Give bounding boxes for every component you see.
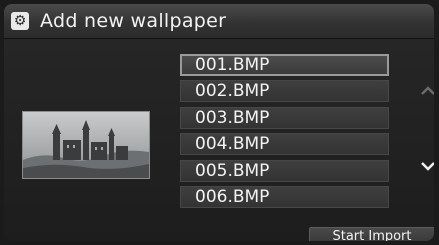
file-list-item[interactable]: 006.BMP (180, 185, 389, 208)
file-list-item[interactable]: 001.BMP (180, 54, 389, 76)
page-title: Add new wallpaper (40, 10, 227, 32)
file-list: 001.BMP 002.BMP 003.BMP 004.BMP 005.BMP … (180, 54, 389, 212)
file-list-item[interactable]: 002.BMP (180, 80, 389, 103)
start-import-button[interactable]: Start Import (309, 227, 434, 241)
chevron-down-icon[interactable] (419, 159, 434, 173)
wallpaper-preview-image (22, 111, 150, 179)
file-list-item[interactable]: 004.BMP (180, 133, 389, 156)
header-bar: ⚙ Add new wallpaper (4, 4, 434, 39)
file-list-item[interactable]: 003.BMP (180, 106, 389, 129)
chevron-up-icon[interactable] (419, 84, 434, 98)
wallpaper-import-screen: ⚙ Add new wallpaper 001.BMP 002.BMP 003.… (4, 4, 434, 241)
settings-gear-icon: ⚙ (11, 12, 29, 30)
castle-image-thumbnail (23, 112, 149, 178)
file-list-item[interactable]: 005.BMP (180, 159, 389, 182)
